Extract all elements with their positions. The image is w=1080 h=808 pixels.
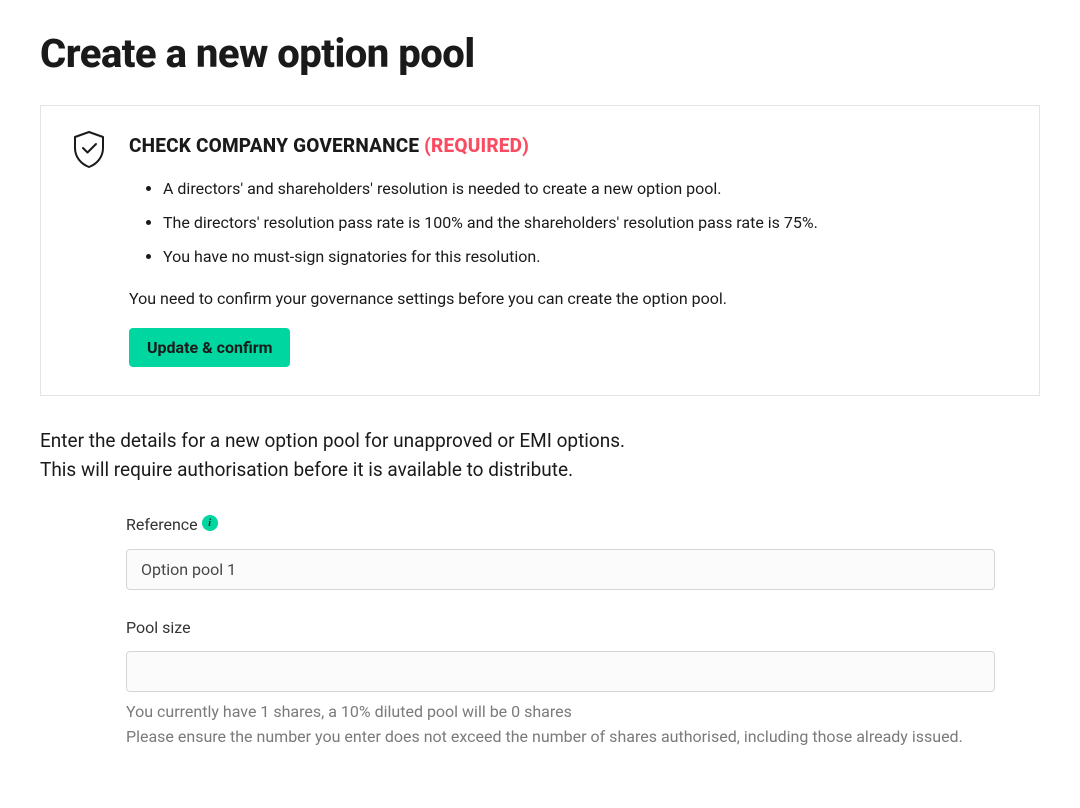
update-confirm-button[interactable]: Update & confirm xyxy=(129,328,290,367)
reference-input[interactable] xyxy=(126,549,995,590)
intro-line-2: This will require authorisation before i… xyxy=(40,458,573,481)
governance-bullet: You have no must-sign signatories for th… xyxy=(163,245,1011,269)
page-title: Create a new option pool xyxy=(40,30,1040,77)
governance-bullet: The directors' resolution pass rate is 1… xyxy=(163,211,1011,235)
governance-heading: CHECK COMPANY GOVERNANCE (REQUIRED) xyxy=(129,134,1011,157)
governance-heading-text: CHECK COMPANY GOVERNANCE xyxy=(129,134,419,157)
reference-label: Reference xyxy=(126,515,198,534)
info-icon[interactable]: i xyxy=(202,515,218,531)
pool-size-group: Pool size You currently have 1 shares, a… xyxy=(126,618,995,750)
form-section: Reference i Pool size You currently have… xyxy=(40,515,995,750)
governance-content: CHECK COMPANY GOVERNANCE (REQUIRED) A di… xyxy=(129,134,1011,367)
intro-text: Enter the details for a new option pool … xyxy=(40,426,1040,485)
governance-panel: CHECK COMPANY GOVERNANCE (REQUIRED) A di… xyxy=(40,105,1040,396)
required-tag: (REQUIRED) xyxy=(424,134,529,157)
shield-check-icon xyxy=(69,130,109,170)
pool-size-help-line-2: Please ensure the number you enter does … xyxy=(126,727,963,746)
pool-size-help: You currently have 1 shares, a 10% dilut… xyxy=(126,700,995,750)
reference-label-row: Reference i xyxy=(126,515,995,536)
pool-size-label: Pool size xyxy=(126,618,191,637)
pool-size-label-row: Pool size xyxy=(126,618,995,637)
reference-group: Reference i xyxy=(126,515,995,591)
intro-line-1: Enter the details for a new option pool … xyxy=(40,429,625,452)
pool-size-help-line-1: You currently have 1 shares, a 10% dilut… xyxy=(126,702,572,721)
governance-bullet: A directors' and shareholders' resolutio… xyxy=(163,177,1011,201)
governance-confirm-text: You need to confirm your governance sett… xyxy=(129,289,1011,308)
pool-size-input[interactable] xyxy=(126,651,995,692)
governance-list: A directors' and shareholders' resolutio… xyxy=(129,177,1011,269)
